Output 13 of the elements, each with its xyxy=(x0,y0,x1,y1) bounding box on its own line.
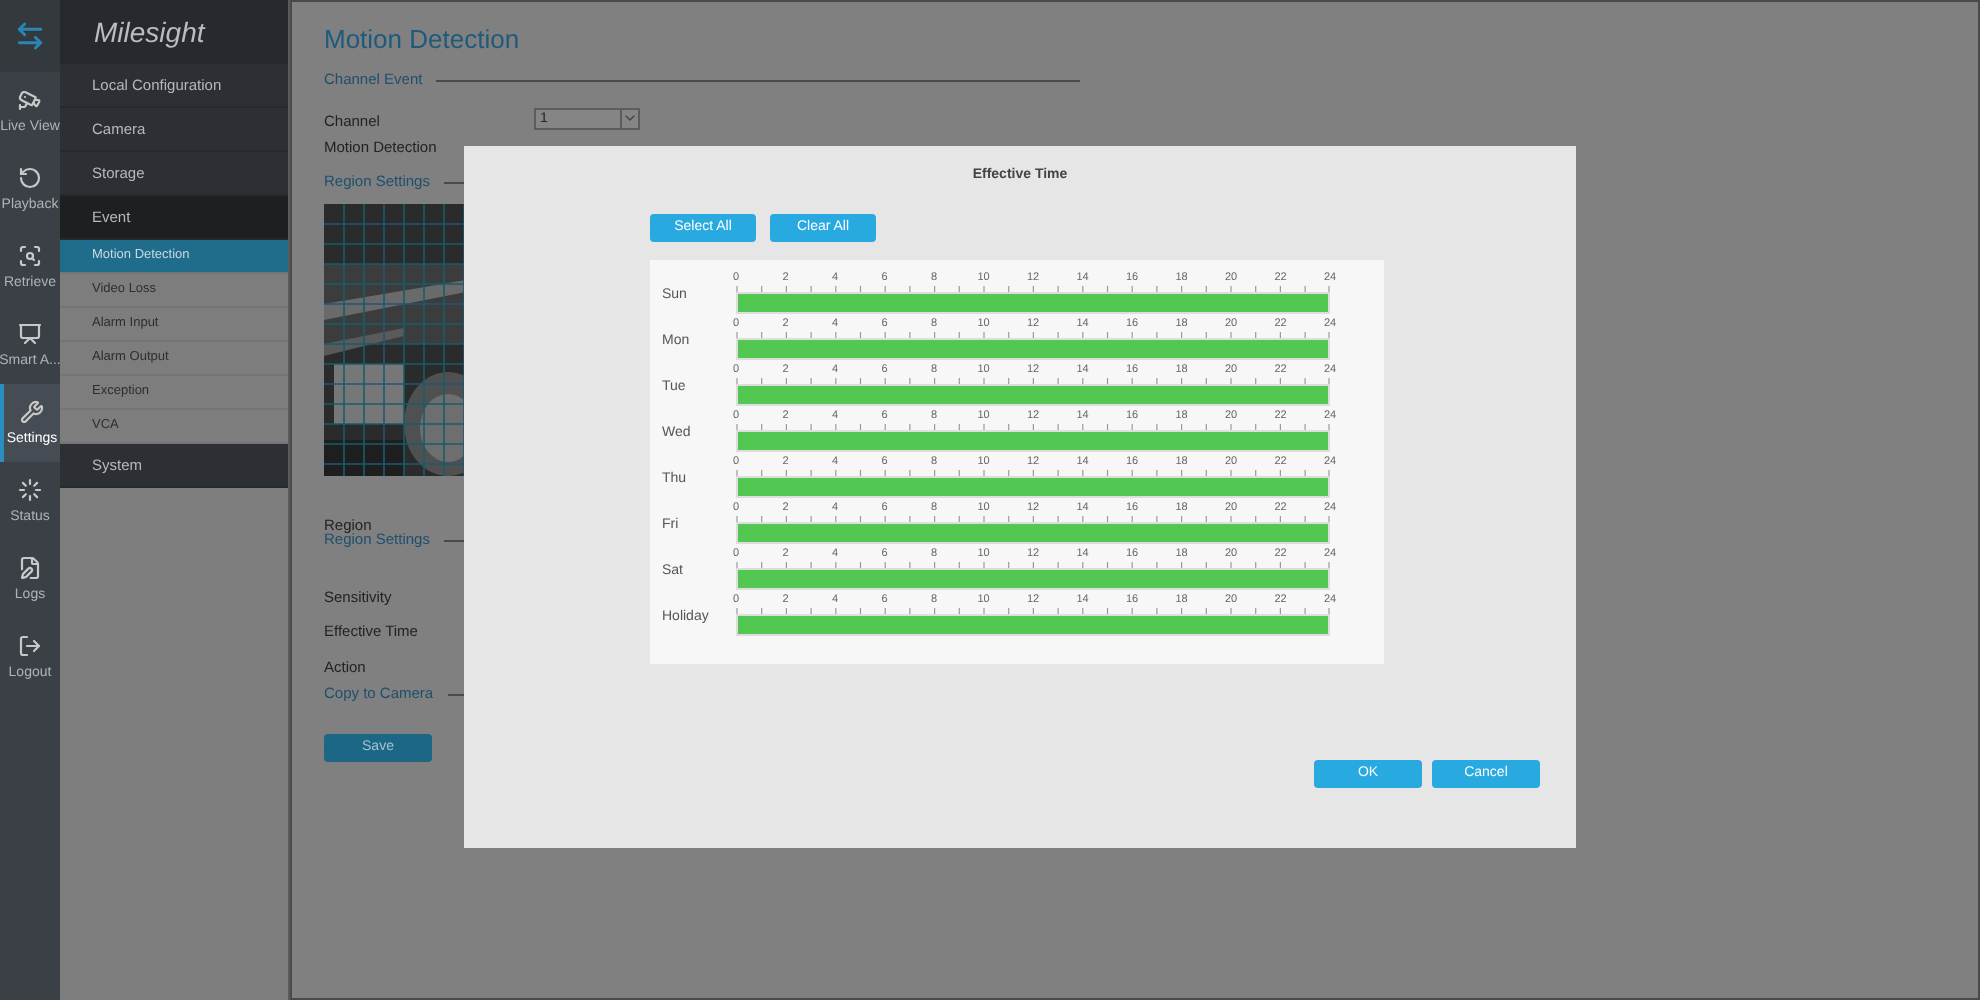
search-icon xyxy=(18,243,42,267)
page-title: Motion Detection xyxy=(324,22,522,58)
chevron-down-icon xyxy=(622,110,638,126)
logout-icon xyxy=(18,633,42,657)
camera-icon xyxy=(18,87,42,111)
chart-board-icon xyxy=(18,321,42,345)
file-edit-icon xyxy=(18,555,42,579)
replay-icon xyxy=(18,165,42,189)
nav-item[interactable] xyxy=(0,0,60,72)
swap-arrows-icon xyxy=(14,20,46,52)
wrench-icon xyxy=(20,399,44,423)
spinner-icon xyxy=(18,477,42,501)
logo: Milesight xyxy=(94,13,205,52)
